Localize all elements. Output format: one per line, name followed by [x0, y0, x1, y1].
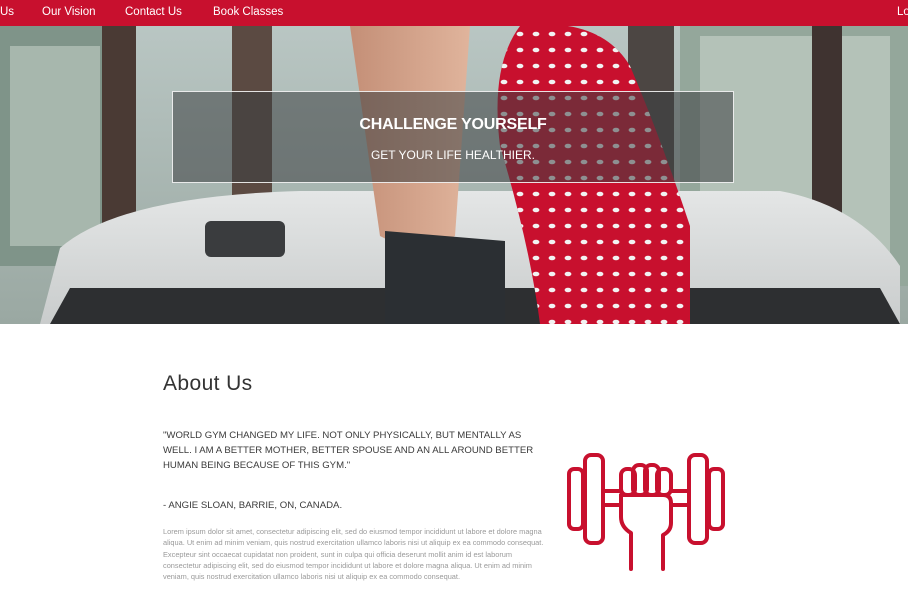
nav-item-about-us[interactable]: Us: [0, 6, 14, 18]
testimonial-quote: "WORLD GYM CHANGED MY LIFE. NOT ONLY PHY…: [163, 430, 534, 471]
testimonial-author: - ANGIE SLOAN, BARRIE, ON, CANADA.: [163, 500, 343, 511]
hero-subtitle: GET YOUR LIFE HEALTHIER.: [370, 148, 536, 162]
top-navbar: Us Our Vision Contact Us Book Classes Lo: [0, 0, 908, 26]
page: Us Our Vision Contact Us Book Classes Lo: [0, 0, 908, 601]
about-body-text: Lorem ipsum dolor sit amet, consectetur …: [163, 527, 544, 582]
dumbbell-fist-icon: [567, 453, 725, 571]
nav-item-login[interactable]: Lo: [897, 6, 908, 18]
hero-title: CHALLENGE YOURSELF: [359, 116, 547, 133]
hero-banner: CHALLENGE YOURSELF GET YOUR LIFE HEALTHI…: [0, 26, 908, 324]
nav-item-book-classes[interactable]: Book Classes: [213, 6, 283, 18]
nav-item-contact-us[interactable]: Contact Us: [125, 6, 182, 18]
hero-overlay-box: CHALLENGE YOURSELF GET YOUR LIFE HEALTHI…: [172, 91, 734, 183]
nav-item-our-vision[interactable]: Our Vision: [42, 6, 95, 18]
about-heading: About Us: [163, 372, 253, 395]
